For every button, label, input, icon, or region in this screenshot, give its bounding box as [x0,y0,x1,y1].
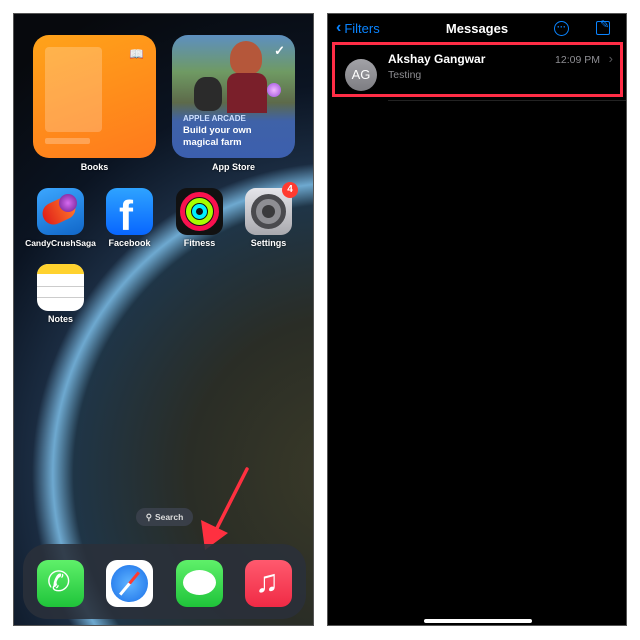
avatar: AG [345,59,377,91]
app-store-widget[interactable]: ✓ APPLE ARCADE Build your own magical fa… [172,35,295,158]
app-store-logo-icon: ✓ [274,43,285,58]
avatar-initials: AG [351,67,371,82]
notes-line [37,286,84,287]
compose-icon: ✎ [600,19,610,31]
widget-kicker: APPLE ARCADE [183,114,246,123]
gear-hub [262,205,275,218]
dock-safari[interactable] [106,560,153,607]
widget-headline-1: Build your own [183,125,252,136]
nav-bar: ‹ Filters Messages ··· ✎ [328,14,626,42]
app-label: Fitness [183,238,216,248]
app-label: Facebook [108,238,151,248]
messages-screen: ‹ Filters Messages ··· ✎ AG Akshay Gangw… [327,13,627,626]
settings-badge: 4 [282,182,298,198]
search-label: Search [154,512,184,522]
dock-phone[interactable]: ✆ [37,560,84,607]
app-label: Notes [47,314,73,324]
conversation-row[interactable]: AG Akshay Gangwar Testing 12:09 PM › [332,42,623,97]
message-preview: Testing [388,69,422,81]
app-facebook[interactable]: f [106,188,153,235]
book-cover-placeholder [45,47,102,132]
notes-line [37,297,84,298]
arrow-shaft [213,467,249,534]
books-widget-label: Books [80,162,109,172]
message-time: 12:09 PM [555,54,600,66]
chevron-right-icon: › [608,51,613,66]
book-title-placeholder [45,138,90,144]
home-screen: 📖 Books ✓ APPLE ARCADE Build your own ma… [13,13,314,626]
page-title: Messages [445,21,509,36]
widget-headline-2: magical farm [183,137,242,148]
app-fitness[interactable] [176,188,223,235]
facebook-f-icon: f [119,192,133,235]
game-character-body [227,73,267,113]
contact-name: Akshay Gangwar [388,52,486,66]
crystal-orb [267,83,281,97]
app-candy-crush[interactable] [37,188,84,235]
music-note-icon: ♫ [255,563,279,599]
home-indicator[interactable] [424,619,532,623]
notes-icon [37,264,84,274]
search-button[interactable]: ⚲ Search [136,508,193,526]
search-icon: ⚲ [145,511,152,522]
message-bubble-icon [183,570,216,595]
cat-image [194,77,222,111]
dock-music[interactable]: ♫ [245,560,292,607]
row-divider [388,100,626,101]
ellipsis-icon: ··· [557,22,566,32]
books-widget[interactable]: 📖 [33,35,156,158]
activity-ring-stand [192,204,207,219]
book-icon: 📖 [129,47,144,61]
app-notes[interactable] [37,264,84,311]
app-store-widget-label: App Store [211,162,255,172]
app-label: CandyCrushSaga [25,238,96,248]
more-options-button[interactable]: ··· [554,21,569,36]
game-character-image [230,41,262,75]
app-label: Settings [250,238,287,248]
candy-ball-icon [59,194,77,212]
compose-button[interactable]: ✎ [596,19,610,35]
dock-messages[interactable] [176,560,223,607]
phone-icon: ✆ [47,566,71,597]
